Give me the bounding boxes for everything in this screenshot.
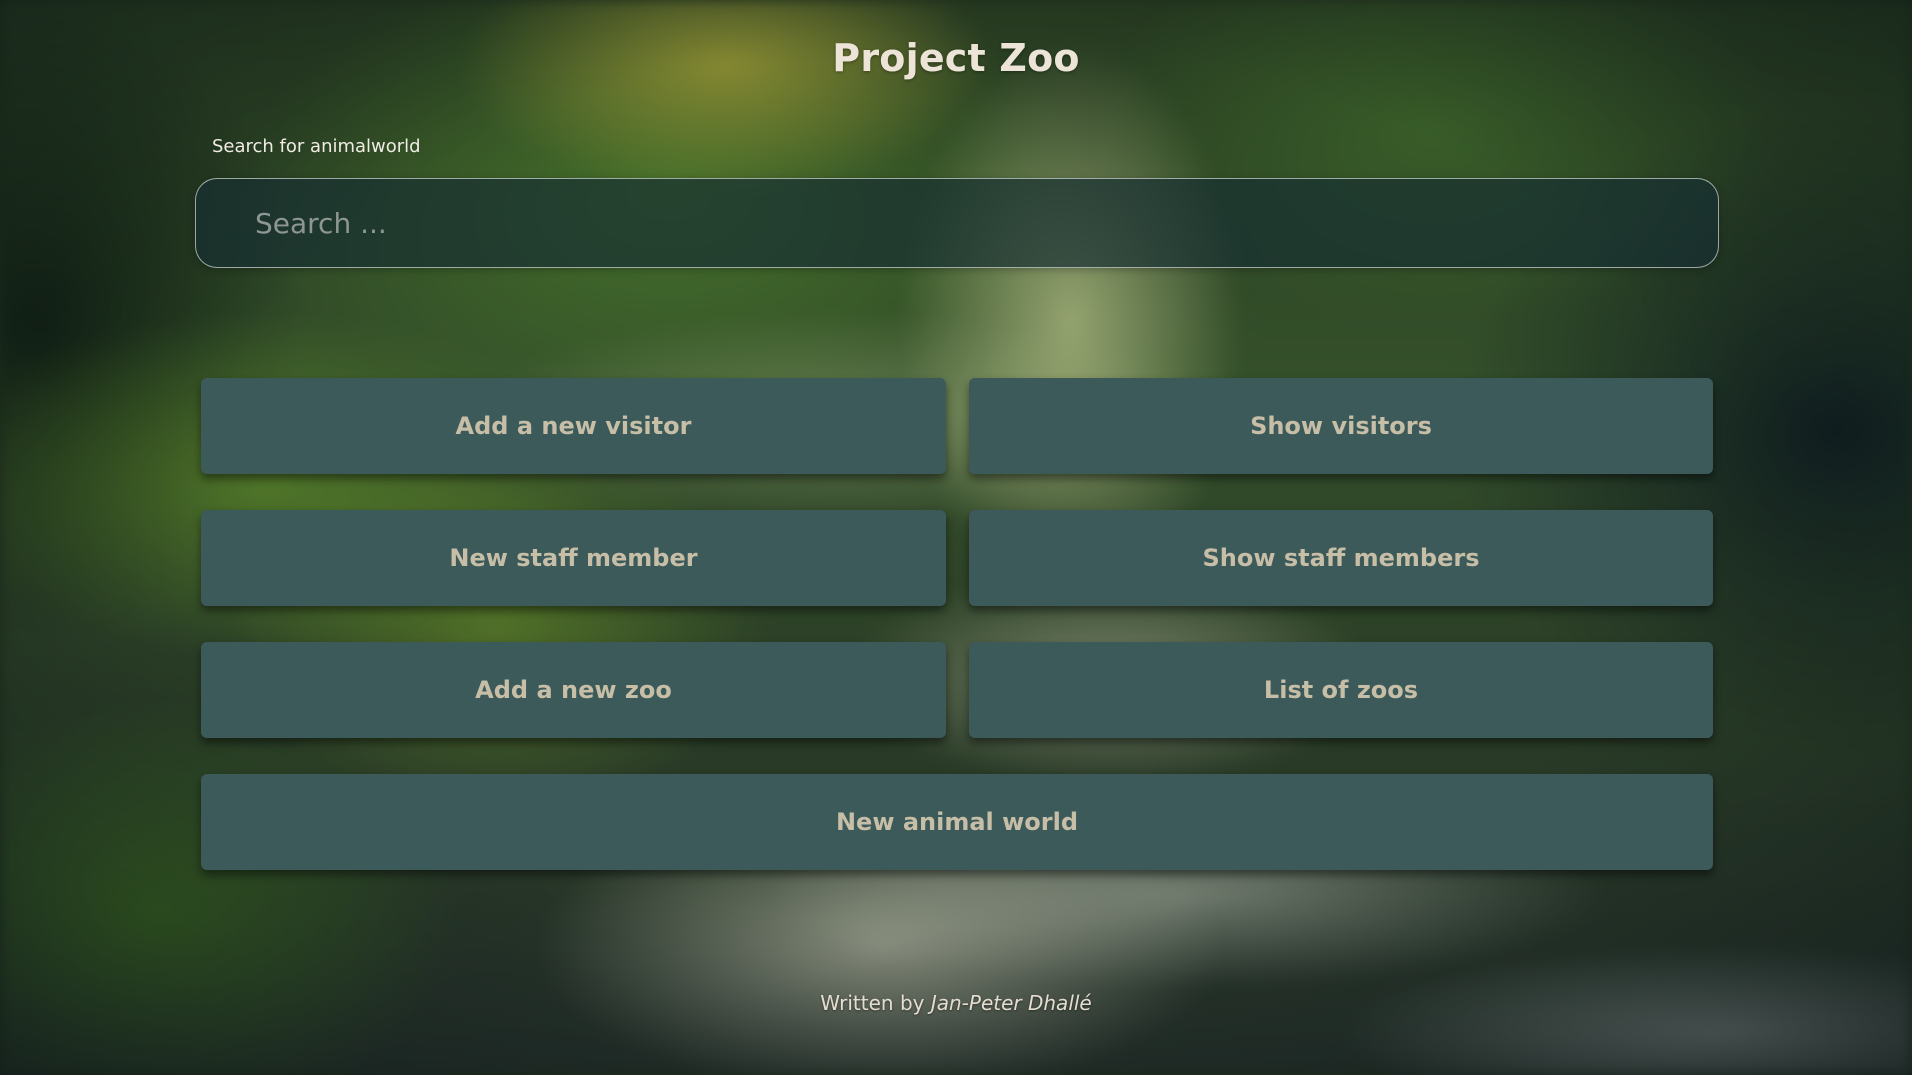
- add-visitor-button[interactable]: Add a new visitor: [201, 378, 946, 474]
- page-title: Project Zoo: [832, 36, 1080, 80]
- main-content: Project Zoo Search for animalworld Add a…: [0, 0, 1912, 1075]
- new-staff-member-button[interactable]: New staff member: [201, 510, 946, 606]
- list-zoos-button[interactable]: List of zoos: [969, 642, 1713, 738]
- show-visitors-button[interactable]: Show visitors: [969, 378, 1713, 474]
- search-label: Search for animalworld: [212, 136, 421, 157]
- footer-prefix: Written by: [820, 991, 925, 1015]
- search-input[interactable]: [195, 178, 1719, 268]
- footer-credit: Written by Jan-Peter Dhallé: [0, 991, 1912, 1015]
- footer-author: Jan-Peter Dhallé: [930, 991, 1092, 1015]
- add-zoo-button[interactable]: Add a new zoo: [201, 642, 946, 738]
- new-animal-world-button[interactable]: New animal world: [201, 774, 1713, 870]
- show-staff-members-button[interactable]: Show staff members: [969, 510, 1713, 606]
